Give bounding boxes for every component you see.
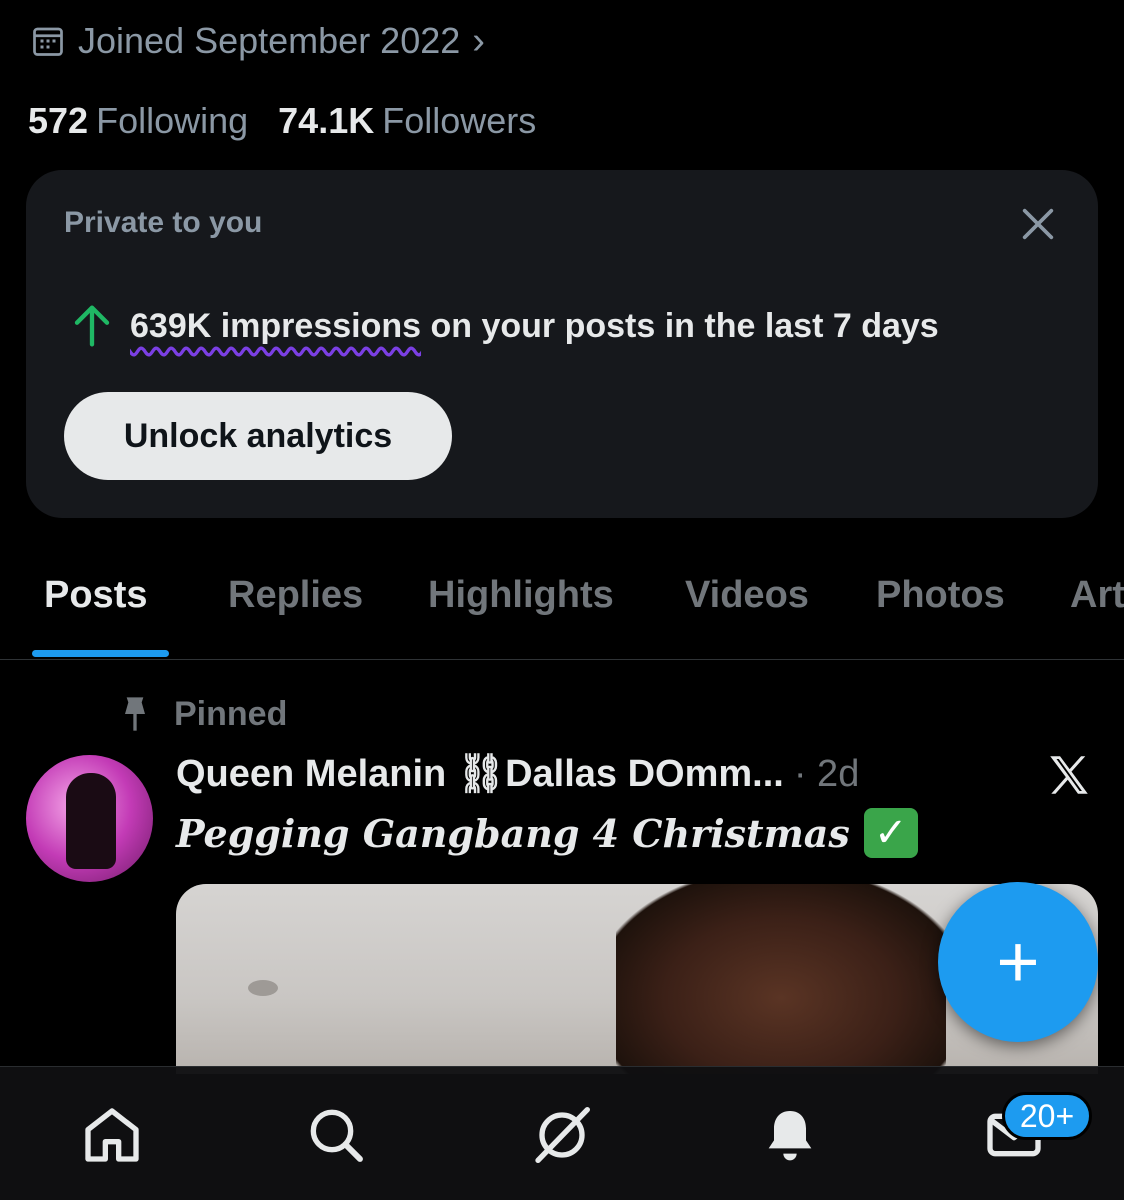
bottom-nav: [0, 1066, 1124, 1200]
check-mark-icon: ✓: [863, 808, 918, 858]
following-link[interactable]: 572 Following: [28, 100, 248, 142]
home-icon[interactable]: [80, 1103, 144, 1167]
following-label: Following: [96, 100, 249, 141]
post-header: Queen Melanin ⛓Dallas DOmm... · 2d: [176, 752, 859, 796]
unlock-analytics-button[interactable]: Unlock analytics: [64, 392, 452, 480]
joined-text: Joined September 2022: [78, 20, 461, 61]
private-label: Private to you: [64, 206, 263, 239]
impressions-stat: 639K impressions on your posts in the la…: [72, 304, 939, 348]
plus-icon: +: [996, 920, 1040, 1003]
profile-tabs: Posts Replies Highlights Videos Photos A…: [0, 560, 1124, 660]
following-count: 572: [28, 100, 89, 141]
tab-photos[interactable]: Photos: [876, 574, 1005, 617]
tab-replies[interactable]: Replies: [228, 574, 363, 617]
impressions-count: 639K impressions: [130, 306, 422, 345]
tab-highlights[interactable]: Highlights: [428, 574, 614, 617]
joined-date[interactable]: Joined September 2022 ›: [30, 18, 485, 64]
search-icon[interactable]: [304, 1103, 368, 1167]
followers-label: Followers: [382, 100, 537, 141]
grok-icon[interactable]: [530, 1103, 594, 1167]
calendar-icon: [33, 27, 63, 56]
pinned-text: Pinned: [174, 694, 288, 733]
followers-link[interactable]: 74.1K Followers: [278, 100, 536, 142]
post-text: Pegging Gangbang 4 Christmas ✓: [176, 808, 918, 858]
pin-icon: [125, 697, 145, 731]
chevron-right-icon: ›: [472, 19, 485, 62]
active-tab-indicator: [32, 650, 169, 657]
follow-stats: 572 Following 74.1K Followers: [28, 100, 536, 142]
compose-button[interactable]: +: [938, 882, 1098, 1042]
post-time: · 2d: [793, 752, 860, 795]
pinned-label: Pinned: [118, 694, 287, 734]
followers-count: 74.1K: [278, 100, 375, 141]
avatar-figure: [66, 773, 116, 869]
media-subject: [616, 884, 946, 1074]
author-name[interactable]: Queen Melanin ⛓Dallas DOmm...: [176, 752, 784, 796]
impressions-suffix: on your posts in the last 7 days: [421, 306, 939, 345]
arrow-up-icon: [74, 305, 110, 347]
messages-badge: 20+: [1002, 1092, 1092, 1140]
tab-videos[interactable]: Videos: [685, 574, 809, 617]
avatar[interactable]: [26, 755, 153, 882]
post-body: Pegging Gangbang 4 Christmas: [176, 810, 850, 856]
close-icon[interactable]: [1018, 204, 1058, 244]
tab-posts[interactable]: Posts: [44, 574, 147, 617]
tab-articles[interactable]: Art: [1070, 574, 1124, 617]
ceiling-light: [248, 980, 278, 996]
x-logo-icon: [1050, 756, 1088, 794]
notifications-icon[interactable]: [758, 1103, 822, 1167]
analytics-card: Private to you 639K impressions on your …: [26, 170, 1098, 518]
